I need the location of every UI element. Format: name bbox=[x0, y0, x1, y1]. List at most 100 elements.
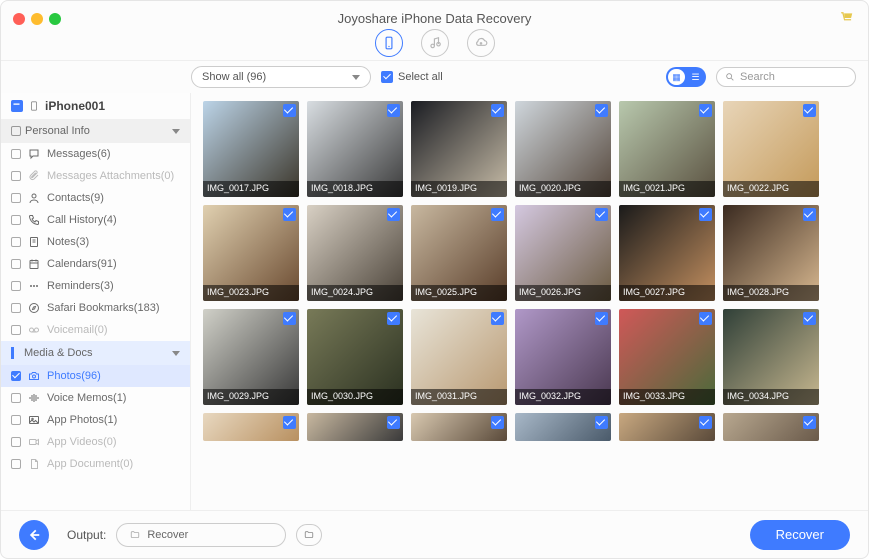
output-path[interactable]: Recover bbox=[116, 523, 286, 547]
cart-icon[interactable] bbox=[840, 11, 854, 25]
grid-view-button[interactable]: ▦ bbox=[668, 69, 685, 85]
device-row[interactable]: iPhone001 bbox=[1, 93, 190, 119]
photo-thumbnail[interactable]: IMG_0034.JPG bbox=[723, 309, 819, 405]
sidebar-item-label: Call History(4) bbox=[47, 214, 117, 226]
search-input[interactable]: Search bbox=[716, 67, 856, 87]
sidebar-item[interactable]: Voice Memos(1) bbox=[1, 387, 190, 409]
photo-thumbnail[interactable] bbox=[619, 413, 715, 441]
photo-thumbnail[interactable]: IMG_0020.JPG bbox=[515, 101, 611, 197]
recover-button[interactable]: Recover bbox=[750, 520, 850, 550]
photo-thumbnail[interactable]: IMG_0033.JPG bbox=[619, 309, 715, 405]
sidebar-item[interactable]: Reminders(3) bbox=[1, 275, 190, 297]
chevron-down-icon bbox=[352, 75, 360, 80]
search-placeholder: Search bbox=[740, 71, 775, 83]
photo-thumbnail[interactable]: IMG_0022.JPG bbox=[723, 101, 819, 197]
search-icon bbox=[725, 72, 735, 82]
mode-device[interactable] bbox=[375, 29, 403, 57]
photo-filename: IMG_0017.JPG bbox=[203, 181, 299, 197]
photo-thumbnail[interactable]: IMG_0032.JPG bbox=[515, 309, 611, 405]
chat-icon bbox=[27, 148, 41, 160]
checkbox-icon bbox=[803, 104, 816, 117]
output-label: Output: bbox=[67, 528, 106, 542]
checkbox-icon bbox=[699, 416, 712, 429]
maximize-icon[interactable] bbox=[49, 13, 61, 25]
sidebar-item-label: App Videos(0) bbox=[47, 436, 117, 448]
checkbox-icon bbox=[699, 104, 712, 117]
toolbar: Show all (96) Select all ▦ ☰ Search bbox=[1, 61, 868, 93]
photo-thumbnail[interactable]: IMG_0019.JPG bbox=[411, 101, 507, 197]
category-media[interactable]: Media & Docs bbox=[1, 341, 190, 365]
back-button[interactable] bbox=[19, 520, 49, 550]
photo-filename: IMG_0026.JPG bbox=[515, 285, 611, 301]
photo-filename: IMG_0023.JPG bbox=[203, 285, 299, 301]
sidebar-item-label: Voice Memos(1) bbox=[47, 392, 126, 404]
photo-thumbnail[interactable] bbox=[723, 413, 819, 441]
checkbox-icon bbox=[11, 303, 21, 313]
photo-thumbnail[interactable]: IMG_0024.JPG bbox=[307, 205, 403, 301]
filter-dropdown[interactable]: Show all (96) bbox=[191, 66, 371, 88]
photo-filename: IMG_0034.JPG bbox=[723, 389, 819, 405]
photo-thumbnail[interactable] bbox=[203, 413, 299, 441]
checkbox-icon bbox=[387, 312, 400, 325]
sidebar-item[interactable]: Call History(4) bbox=[1, 209, 190, 231]
checkbox-icon bbox=[803, 416, 816, 429]
cal-icon bbox=[27, 258, 41, 270]
photo-thumbnail[interactable]: IMG_0023.JPG bbox=[203, 205, 299, 301]
close-icon[interactable] bbox=[13, 13, 25, 25]
sidebar-item[interactable]: Calendars(91) bbox=[1, 253, 190, 275]
sidebar-item-label: Photos(96) bbox=[47, 370, 101, 382]
checkbox-icon bbox=[11, 193, 21, 203]
sidebar-item: App Document(0) bbox=[1, 453, 190, 475]
checkbox-icon bbox=[11, 281, 21, 291]
photo-filename: IMG_0032.JPG bbox=[515, 389, 611, 405]
checkbox-icon bbox=[491, 416, 504, 429]
checkbox-icon bbox=[699, 312, 712, 325]
photo-thumbnail[interactable] bbox=[307, 413, 403, 441]
checkbox-icon bbox=[595, 416, 608, 429]
photo-thumbnail[interactable] bbox=[515, 413, 611, 441]
sidebar-item[interactable]: App Photos(1) bbox=[1, 409, 190, 431]
sidebar-item[interactable]: Notes(3) bbox=[1, 231, 190, 253]
titlebar: Joyoshare iPhone Data Recovery bbox=[1, 1, 868, 61]
checkbox-icon bbox=[803, 312, 816, 325]
checkbox-icon bbox=[595, 312, 608, 325]
photo-filename: IMG_0027.JPG bbox=[619, 285, 715, 301]
photo-thumbnail[interactable]: IMG_0018.JPG bbox=[307, 101, 403, 197]
doc-icon bbox=[27, 458, 41, 470]
photo-filename: IMG_0028.JPG bbox=[723, 285, 819, 301]
photo-thumbnail[interactable] bbox=[411, 413, 507, 441]
mode-itunes[interactable] bbox=[421, 29, 449, 57]
photo-thumbnail[interactable]: IMG_0029.JPG bbox=[203, 309, 299, 405]
photo-thumbnail[interactable]: IMG_0027.JPG bbox=[619, 205, 715, 301]
sidebar-item[interactable]: Safari Bookmarks(183) bbox=[1, 297, 190, 319]
photo-thumbnail[interactable]: IMG_0030.JPG bbox=[307, 309, 403, 405]
photo-thumbnail[interactable]: IMG_0028.JPG bbox=[723, 205, 819, 301]
select-all-checkbox[interactable]: Select all bbox=[381, 71, 443, 83]
app-window: Joyoshare iPhone Data Recovery Show all … bbox=[0, 0, 869, 559]
sidebar-item-label: Safari Bookmarks(183) bbox=[47, 302, 160, 314]
video-icon bbox=[27, 436, 41, 448]
photo-thumbnail[interactable]: IMG_0021.JPG bbox=[619, 101, 715, 197]
attach-icon bbox=[27, 170, 41, 182]
browse-folder-button[interactable] bbox=[296, 524, 322, 546]
checkbox-icon bbox=[699, 208, 712, 221]
mode-switcher bbox=[375, 29, 495, 57]
photo-thumbnail[interactable]: IMG_0025.JPG bbox=[411, 205, 507, 301]
sidebar-item[interactable]: Contacts(9) bbox=[1, 187, 190, 209]
app-title: Joyoshare iPhone Data Recovery bbox=[338, 11, 532, 26]
checkbox-icon bbox=[283, 208, 296, 221]
list-view-button[interactable]: ☰ bbox=[687, 69, 704, 85]
user-icon bbox=[27, 192, 41, 204]
filter-label: Show all (96) bbox=[202, 71, 266, 83]
photo-thumbnail[interactable]: IMG_0031.JPG bbox=[411, 309, 507, 405]
photo-thumbnail[interactable]: IMG_0026.JPG bbox=[515, 205, 611, 301]
photo-thumbnail[interactable]: IMG_0017.JPG bbox=[203, 101, 299, 197]
category-personal[interactable]: Personal Info bbox=[1, 119, 190, 143]
checkbox-icon bbox=[11, 415, 21, 425]
mode-icloud[interactable] bbox=[467, 29, 495, 57]
minimize-icon[interactable] bbox=[31, 13, 43, 25]
checkbox-icon bbox=[595, 104, 608, 117]
sidebar-item[interactable]: Photos(96) bbox=[1, 365, 190, 387]
checkbox-icon bbox=[283, 312, 296, 325]
sidebar-item[interactable]: Messages(6) bbox=[1, 143, 190, 165]
